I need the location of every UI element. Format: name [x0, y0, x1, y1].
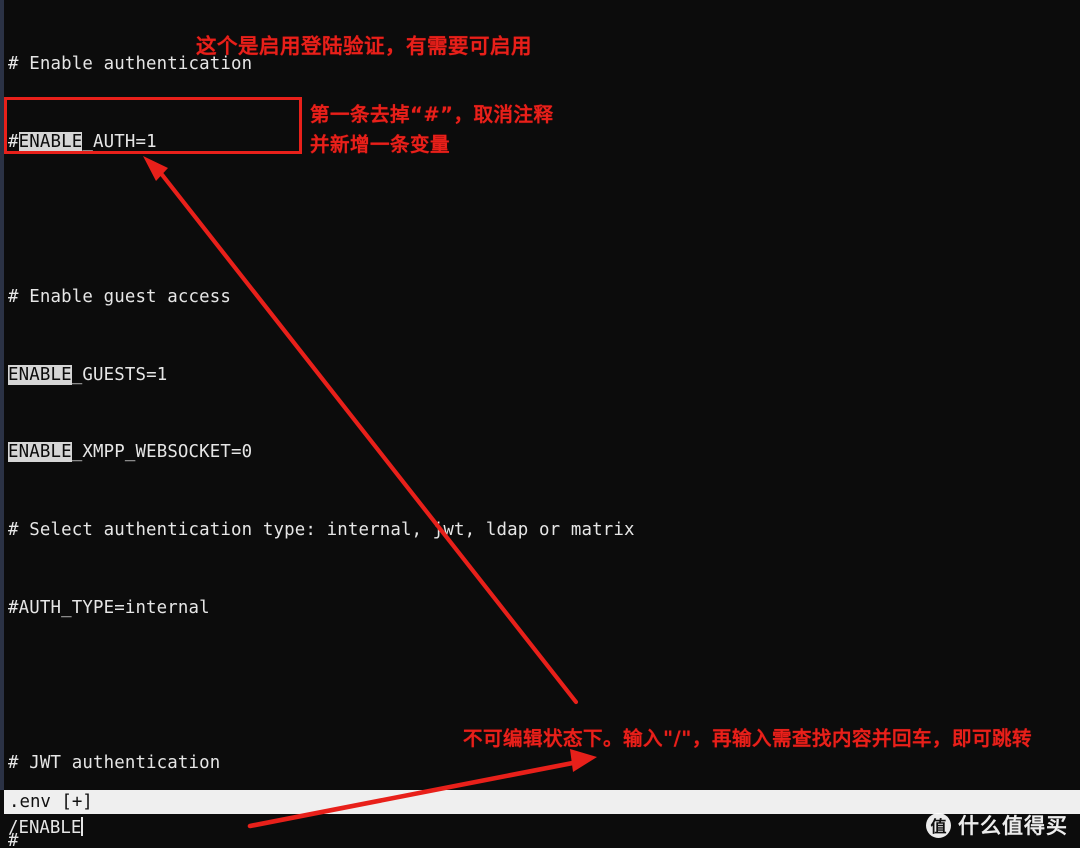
code-line: #	[8, 829, 1080, 848]
code-line-text: # JWT authentication	[8, 753, 221, 774]
code-line-suffix: _GUESTS=1	[71, 364, 168, 385]
code-line-suffix: _XMPP_WEBSOCKET=0	[71, 442, 253, 463]
search-match-highlight: ENABLE	[8, 364, 72, 385]
watermark-logo-icon: 值	[926, 812, 951, 838]
editor-status-bar: .env [+]	[4, 790, 1080, 814]
code-line: # Enable authentication	[8, 52, 1080, 78]
code-line-text: # Select authentication type: internal, …	[8, 520, 635, 541]
code-line-prefix: #	[8, 131, 19, 152]
annotation-search-note: 不可编辑状态下。输入"/"，再输入需查找内容并回车，即可跳转	[463, 727, 1032, 750]
text-cursor	[81, 817, 84, 836]
editor-text-area[interactable]: # Enable authentication #ENABLE_AUTH=1 #…	[8, 0, 1080, 848]
watermark: 值 什么值得买	[926, 810, 1068, 840]
terminal-left-gutter	[0, 0, 4, 790]
search-match-highlight: ENABLE	[18, 131, 83, 152]
watermark-text: 什么值得买	[958, 814, 1068, 838]
code-line: #ENABLE_AUTH=1	[8, 130, 1080, 156]
annotation-guest-note-2: 并新增一条变量	[310, 133, 451, 156]
editor-command-line[interactable]: /ENABLE	[8, 815, 84, 841]
code-line: #AUTH_TYPE=internal	[8, 596, 1080, 622]
terminal-window: # Enable authentication #ENABLE_AUTH=1 #…	[0, 0, 1080, 848]
code-line: # Select authentication type: internal, …	[8, 518, 1080, 544]
code-line-text: #AUTH_TYPE=internal	[8, 597, 210, 618]
search-match-highlight: ENABLE	[8, 442, 72, 463]
annotation-guest-note-1: 第一条去掉“#”，取消注释	[310, 103, 554, 126]
code-line: ENABLE_XMPP_WEBSOCKET=0	[8, 440, 1080, 466]
code-line: ENABLE_GUESTS=1	[8, 363, 1080, 389]
code-line: # Enable guest access	[8, 285, 1080, 311]
code-line-text: # Enable guest access	[8, 286, 232, 307]
status-bar-filename: .env [+]	[9, 792, 93, 812]
annotation-auth-note: 这个是启用登陆验证，有需要可启用	[196, 34, 532, 58]
code-line-suffix: _AUTH=1	[82, 131, 157, 152]
search-command-text: /ENABLE	[8, 818, 82, 838]
code-line: # JWT authentication	[8, 751, 1080, 777]
